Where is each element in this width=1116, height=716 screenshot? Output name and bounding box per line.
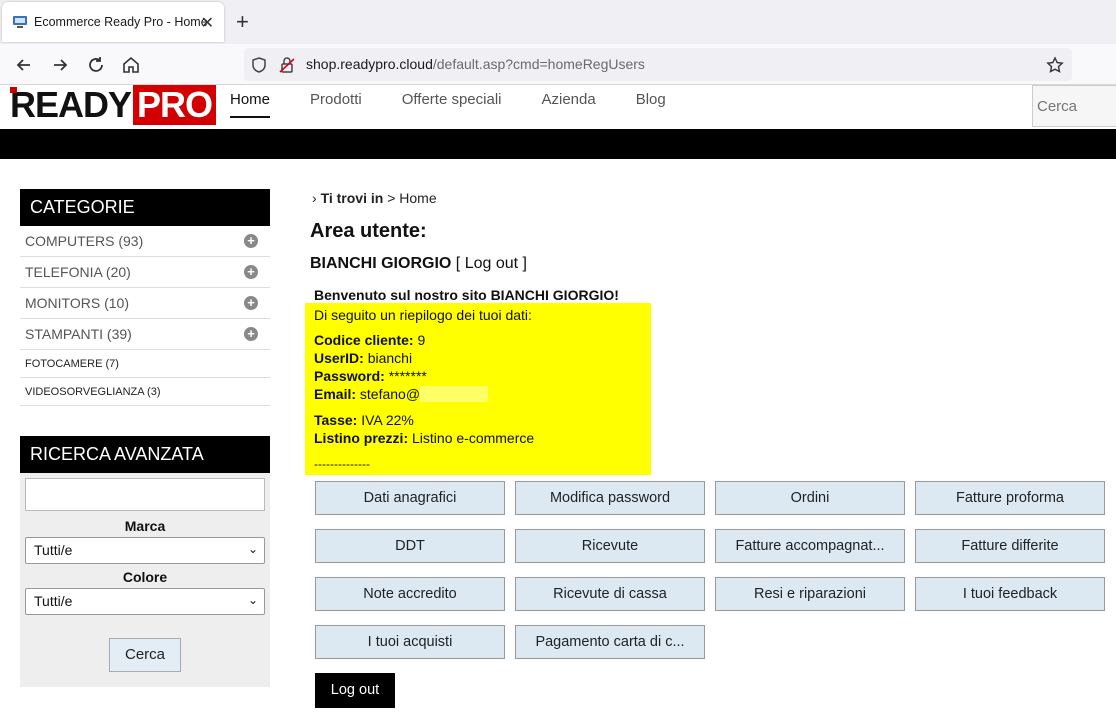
- site-header: READY PRO Home Prodotti Offerte speciali…: [0, 85, 1116, 129]
- marca-select[interactable]: Tutti/e ⌄: [25, 537, 265, 564]
- back-icon[interactable]: [13, 54, 35, 76]
- home-icon[interactable]: [120, 54, 142, 76]
- fatture-accompagnatorie-button[interactable]: Fatture accompagnat...: [715, 529, 905, 563]
- ddt-button[interactable]: DDT: [315, 529, 505, 563]
- logout-link[interactable]: [ Log out ]: [456, 255, 527, 272]
- category-item[interactable]: STAMPANTI (39) +: [20, 319, 270, 350]
- tab-title: Ecommerce Ready Pro - Home: [34, 15, 208, 29]
- menu-item-prodotti[interactable]: Prodotti: [310, 91, 362, 118]
- menu-item-offerte[interactable]: Offerte speciali: [402, 91, 502, 118]
- user-line: BIANCHI GIORGIO [ Log out ]: [310, 255, 527, 273]
- colore-select[interactable]: Tutti/e ⌄: [25, 588, 265, 615]
- expand-plus-icon[interactable]: +: [244, 327, 258, 341]
- chevron-down-icon: ⌄: [247, 542, 258, 556]
- expand-plus-icon[interactable]: +: [244, 234, 258, 248]
- browser-navbar: shop.readypro.cloud/default.asp?cmd=home…: [0, 44, 1116, 85]
- breadcrumb-chevron-icon: ›: [312, 190, 321, 206]
- browser-tab[interactable]: Ecommerce Ready Pro - Home ✕: [2, 2, 224, 42]
- categories-title: CATEGORIE: [20, 189, 270, 226]
- expand-plus-icon[interactable]: +: [244, 296, 258, 310]
- forward-icon[interactable]: [49, 54, 71, 76]
- advanced-search-button[interactable]: Cerca: [109, 638, 181, 672]
- modifica-password-button[interactable]: Modifica password: [515, 481, 705, 515]
- advanced-search-input[interactable]: [25, 478, 265, 511]
- search-input[interactable]: [1032, 85, 1116, 127]
- user-name: BIANCHI GIORGIO: [310, 255, 452, 272]
- categories-box: CATEGORIE COMPUTERS (93) + TELEFONIA (20)…: [20, 189, 270, 406]
- reload-icon[interactable]: [85, 54, 107, 76]
- ricevute-button[interactable]: Ricevute: [515, 529, 705, 563]
- ricevute-di-cassa-button[interactable]: Ricevute di cassa: [515, 577, 705, 611]
- expand-plus-icon[interactable]: +: [244, 265, 258, 279]
- logout-button[interactable]: Log out: [315, 673, 395, 708]
- fatture-proforma-button[interactable]: Fatture proforma: [915, 481, 1105, 515]
- tab-close-icon[interactable]: ✕: [201, 13, 214, 33]
- url-text[interactable]: shop.readypro.cloud/default.asp?cmd=home…: [306, 56, 645, 72]
- main-menu: Home Prodotti Offerte speciali Azienda B…: [230, 91, 706, 118]
- note-accredito-button[interactable]: Note accredito: [315, 577, 505, 611]
- site-favicon-icon: [13, 16, 27, 28]
- category-item[interactable]: MONITORS (10) +: [20, 288, 270, 319]
- category-item[interactable]: FOTOCAMERE (7): [20, 350, 270, 378]
- menu-item-azienda[interactable]: Azienda: [542, 91, 596, 118]
- redacted-email: [420, 386, 489, 402]
- page-title: Area utente:: [310, 220, 427, 242]
- header-black-bar: [0, 129, 1116, 159]
- breadcrumb-home[interactable]: Home: [399, 190, 436, 206]
- category-item[interactable]: VIDEOSORVEGLIANZA (3): [20, 378, 270, 406]
- feedback-button[interactable]: I tuoi feedback: [915, 577, 1105, 611]
- advanced-search-box: RICERCA AVANZATA Marca Tutti/e ⌄ Colore T…: [20, 436, 270, 687]
- marca-label: Marca: [124, 518, 166, 534]
- welcome-message: Benvenuto sul nostro sito BIANCHI GIORGI…: [314, 287, 619, 303]
- breadcrumb: › Ti trovi in > Home: [312, 190, 437, 206]
- acquisti-button[interactable]: I tuoi acquisti: [315, 625, 505, 659]
- chevron-down-icon: ⌄: [247, 593, 258, 607]
- url-bar[interactable]: shop.readypro.cloud/default.asp?cmd=home…: [244, 48, 1072, 81]
- pagamento-carta-button[interactable]: Pagamento carta di c...: [515, 625, 705, 659]
- new-tab-icon[interactable]: +: [236, 9, 249, 35]
- fatture-differite-button[interactable]: Fatture differite: [915, 529, 1105, 563]
- menu-item-home[interactable]: Home: [230, 91, 271, 118]
- browser-tabbar: Ecommerce Ready Pro - Home ✕ +: [0, 0, 1116, 44]
- colore-label: Colore: [122, 569, 168, 585]
- dati-anagrafici-button[interactable]: Dati anagrafici: [315, 481, 505, 515]
- bookmark-star-icon[interactable]: [1046, 56, 1064, 74]
- category-item[interactable]: COMPUTERS (93) +: [20, 226, 270, 257]
- ordini-button[interactable]: Ordini: [715, 481, 905, 515]
- insecure-lock-icon[interactable]: [278, 56, 296, 74]
- category-item[interactable]: TELEFONIA (20) +: [20, 257, 270, 288]
- site-logo[interactable]: READY PRO: [10, 85, 217, 125]
- menu-item-blog[interactable]: Blog: [636, 91, 666, 118]
- user-summary-panel: Di seguito un riepilogo dei tuoi dati: C…: [305, 303, 651, 475]
- resi-riparazioni-button[interactable]: Resi e riparazioni: [715, 577, 905, 611]
- shield-icon[interactable]: [250, 56, 268, 74]
- advanced-search-title: RICERCA AVANZATA: [20, 436, 270, 473]
